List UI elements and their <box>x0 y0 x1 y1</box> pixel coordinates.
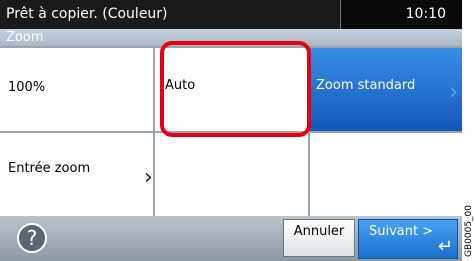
next-button[interactable]: Suivant > ↵ <box>358 219 458 259</box>
figure-code-text: GB0005_00 <box>464 204 474 257</box>
zoom-100-button[interactable]: 100% <box>0 48 153 131</box>
status-divider <box>340 0 341 29</box>
cancel-button[interactable]: Annuler <box>283 219 355 257</box>
zoom-standard-button[interactable]: Zoom standard › <box>310 48 462 131</box>
zoom-entry-label: Entrée zoom <box>8 161 91 176</box>
empty-cell <box>155 133 308 216</box>
zoom-standard-label: Zoom standard <box>316 78 416 93</box>
enter-icon: ↵ <box>437 236 453 257</box>
zoom-100-label: 100% <box>8 80 46 95</box>
selection-highlight <box>160 41 311 137</box>
status-message: Prêt à copier. (Couleur) <box>0 0 340 29</box>
figure-code: GB0005_00 <box>463 200 475 261</box>
footer-bar: ? Annuler Suivant > ↵ <box>0 216 462 261</box>
chevron-right-icon: › <box>449 80 458 105</box>
chevron-right-icon: › <box>144 165 153 190</box>
clock: 10:10 <box>405 6 446 22</box>
status-bar: Prêt à copier. (Couleur) 10:10 <box>0 0 462 29</box>
help-button[interactable]: ? <box>17 223 47 253</box>
empty-cell <box>310 133 462 216</box>
next-button-label: Suivant > <box>369 224 434 239</box>
zoom-entry-button[interactable]: Entrée zoom › <box>0 133 153 216</box>
copier-panel: Prêt à copier. (Couleur) 10:10 Zoom 100%… <box>0 0 462 261</box>
